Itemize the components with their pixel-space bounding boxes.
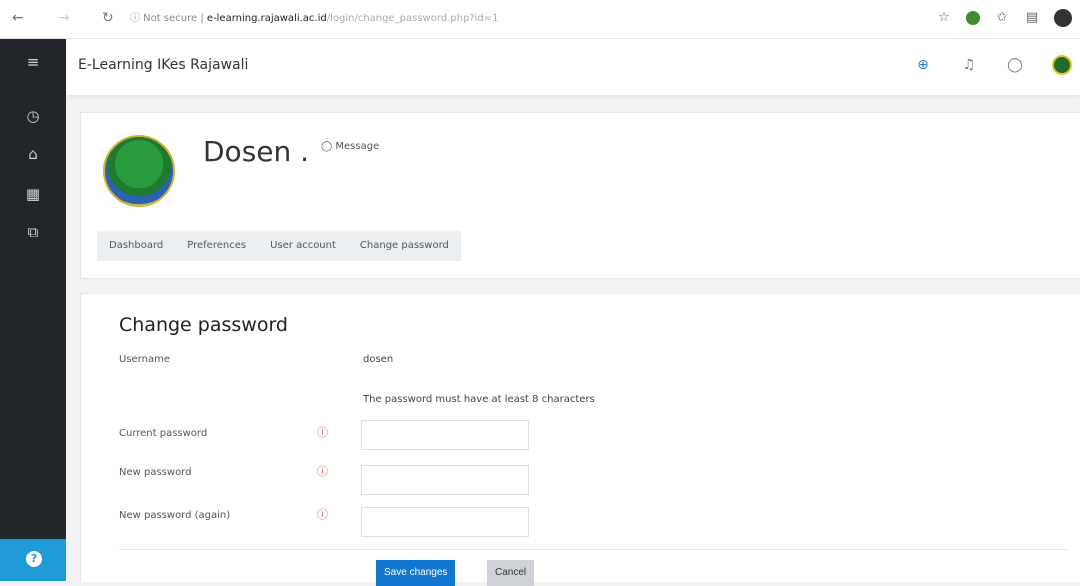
calendar-icon[interactable]: ▦ bbox=[22, 183, 44, 205]
message-link[interactable]: ◯ Message bbox=[321, 141, 379, 152]
new-password-input[interactable] bbox=[361, 465, 529, 495]
collections-icon[interactable]: ▤ bbox=[1024, 10, 1040, 26]
required-icon: ⓘ bbox=[317, 508, 328, 521]
courses-icon[interactable]: ⧉ bbox=[22, 221, 44, 243]
url-path: /login/change_password.php?id=1 bbox=[326, 13, 499, 24]
divider bbox=[119, 549, 1069, 550]
help-button[interactable]: ? bbox=[0, 539, 66, 581]
back-button[interactable]: ← bbox=[12, 10, 24, 26]
save-changes-button[interactable]: Save changes bbox=[376, 560, 456, 586]
menu-icon[interactable]: ≡ bbox=[22, 51, 44, 73]
notification-icon[interactable]: ♫ bbox=[960, 56, 978, 74]
username-label: Username bbox=[119, 354, 170, 365]
sidebar: ≡ ◷ ⌂ ▦ ⧉ ? bbox=[0, 39, 66, 581]
reload-button[interactable]: ↻ bbox=[102, 10, 114, 26]
tab-user-account[interactable]: User account bbox=[258, 231, 348, 261]
tab-dashboard[interactable]: Dashboard bbox=[97, 231, 176, 261]
messages-icon[interactable]: ◯ bbox=[1006, 56, 1024, 74]
dashboard-icon[interactable]: ◷ bbox=[22, 105, 44, 127]
language-icon[interactable]: ⊕ bbox=[914, 56, 932, 74]
new-password-label: New password bbox=[119, 467, 192, 478]
forward-button[interactable]: → bbox=[58, 10, 70, 26]
home-icon[interactable]: ⌂ bbox=[22, 143, 44, 165]
favorites-icon[interactable]: ✩ bbox=[994, 10, 1010, 26]
extension-icon[interactable] bbox=[966, 11, 980, 25]
current-password-label: Current password bbox=[119, 428, 208, 439]
url-host: e-learning.rajawali.ac.id bbox=[206, 13, 327, 24]
change-password-form: Change password Username dosen The passw… bbox=[80, 293, 1080, 586]
current-password-input[interactable] bbox=[361, 420, 529, 450]
profile-card: Dosen . ◯ Message Dashboard Preferences … bbox=[80, 112, 1080, 279]
username-value: dosen bbox=[363, 354, 394, 365]
help-icon: ? bbox=[26, 551, 42, 567]
new-password-again-label: New password (again) bbox=[119, 510, 231, 521]
form-title: Change password bbox=[119, 314, 288, 336]
profile-picture bbox=[103, 135, 175, 207]
star-icon[interactable]: ☆ bbox=[936, 10, 952, 26]
new-password-again-input[interactable] bbox=[361, 507, 529, 537]
not-secure-label: ⓘ Not secure bbox=[130, 13, 198, 24]
address-bar[interactable]: ⓘ Not secure | e-learning.rajawali.ac.id… bbox=[130, 8, 865, 30]
tab-change-password[interactable]: Change password bbox=[347, 231, 461, 261]
browser-toolbar: ← → ↻ ⓘ Not secure | e-learning.rajawali… bbox=[0, 0, 1080, 39]
required-icon: ⓘ bbox=[317, 465, 328, 478]
password-rule: The password must have at least 8 charac… bbox=[363, 394, 595, 405]
site-title[interactable]: E-Learning IKes Rajawali bbox=[78, 57, 248, 73]
profile-icon[interactable] bbox=[1054, 9, 1072, 27]
page-header: E-Learning IKes Rajawali ⊕ ♫ ◯ bbox=[66, 39, 1080, 95]
message-icon: ◯ bbox=[321, 141, 333, 152]
user-avatar[interactable] bbox=[1052, 55, 1072, 75]
tab-preferences[interactable]: Preferences bbox=[175, 231, 259, 261]
profile-name: Dosen . bbox=[203, 135, 310, 168]
profile-tabs: Dashboard Preferences User account Chang… bbox=[97, 231, 461, 261]
cancel-button[interactable]: Cancel bbox=[487, 560, 535, 586]
required-icon: ⓘ bbox=[317, 426, 328, 439]
